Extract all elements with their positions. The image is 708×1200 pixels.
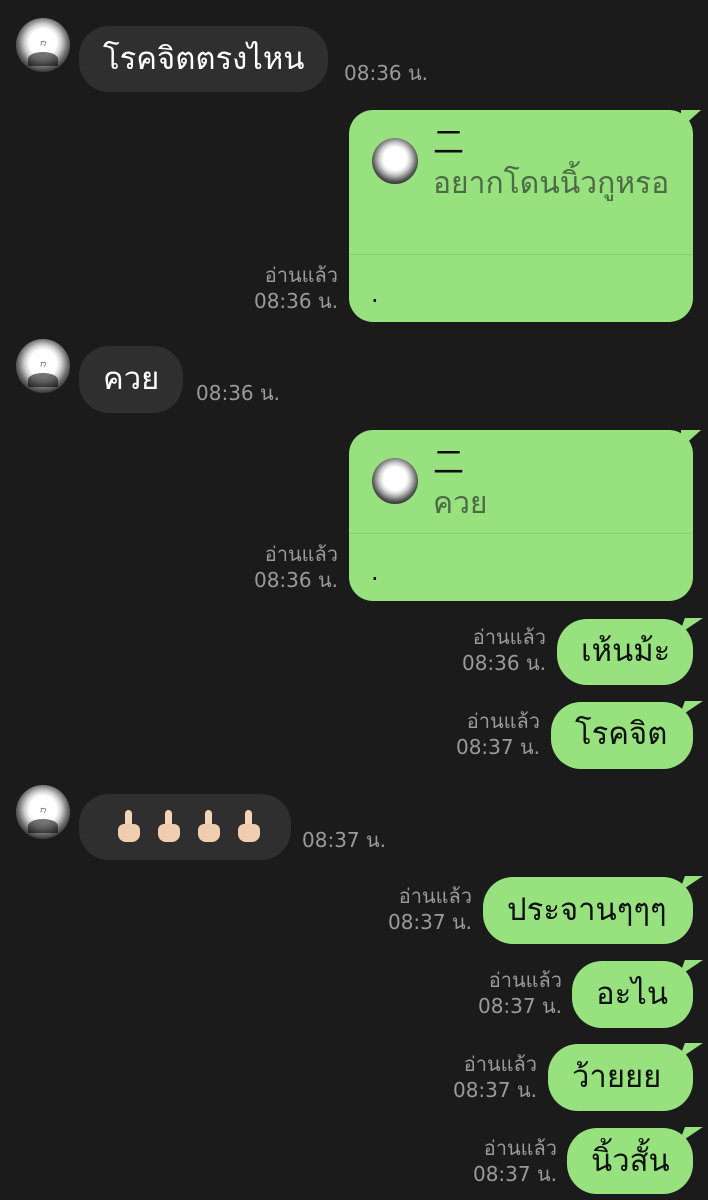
read-receipt: อ่านแล้ว 08:37 น. <box>421 1051 537 1103</box>
message-time: 08:37 น. <box>302 828 387 852</box>
message-time: 08:36 น. <box>196 381 281 405</box>
read-receipt: อ่านแล้ว 08:37 น. <box>356 883 472 935</box>
reply-divider <box>349 533 693 534</box>
read-receipt: อ่านแล้ว 08:37 น. <box>446 967 562 1019</box>
message-text: ว้ายยย <box>572 1059 662 1095</box>
message-text: ประจานๆๆๆ <box>507 892 667 928</box>
quoted-message-text: อยากโดนนิ้วกูหรอ <box>433 166 670 201</box>
outgoing-message-bubble[interactable]: ประจานๆๆๆ <box>483 877 693 944</box>
message-time: 08:37 น. <box>472 1162 557 1186</box>
message-time: 08:36 น. <box>461 651 546 675</box>
read-label: อ่านแล้ว <box>488 968 562 992</box>
outgoing-message-bubble[interactable]: เห้นม้ะ <box>557 619 693 685</box>
read-label: อ่านแล้ว <box>463 1052 537 1076</box>
incoming-emoji-bubble[interactable]: 🖕🖕🖕🖕 <box>79 794 291 860</box>
reply-body-text: . <box>371 558 379 586</box>
sender-avatar[interactable]: ꩀ <box>16 18 70 72</box>
reply-divider <box>349 254 693 255</box>
quoted-avatar <box>372 458 418 504</box>
sender-avatar[interactable]: ꩀ <box>16 785 70 839</box>
message-time: 08:37 น. <box>455 735 540 759</box>
message-time: 08:36 น. <box>253 568 338 592</box>
outgoing-message-bubble[interactable]: โรคจิต <box>551 702 693 769</box>
message-time: 08:37 น. <box>477 994 562 1018</box>
read-label: อ่านแล้ว <box>466 709 540 733</box>
reply-message-card[interactable]: 二 ควย . <box>349 430 701 601</box>
read-receipt: อ่านแล้ว 08:36 น. <box>430 624 546 676</box>
read-label: อ่านแล้ว <box>264 542 338 566</box>
read-label: อ่านแล้ว <box>398 884 472 908</box>
read-receipt: อ่านแล้ว 08:36 น. <box>220 262 338 314</box>
message-time: 08:36 น. <box>253 289 338 313</box>
read-label: อ่านแล้ว <box>483 1136 557 1160</box>
outgoing-message-bubble[interactable]: ว้ายยย <box>548 1044 693 1111</box>
read-label: อ่านแล้ว <box>264 263 338 287</box>
message-text: โรคจิตตรงไหน <box>103 41 305 77</box>
quoted-sender-name: 二 <box>433 445 464 481</box>
outgoing-message-bubble[interactable]: อะไน <box>572 961 693 1028</box>
message-text: อะไน <box>596 976 669 1012</box>
read-receipt: อ่านแล้ว 08:37 น. <box>441 1135 557 1187</box>
middle-finger-emoji-icon <box>156 810 182 844</box>
message-text: โรคจิต <box>575 716 668 752</box>
message-text: ควย <box>103 361 160 397</box>
read-label: อ่านแล้ว <box>472 625 546 649</box>
read-receipt: อ่านแล้ว 08:36 น. <box>220 541 338 593</box>
sender-avatar[interactable]: ꩀ <box>16 339 70 393</box>
message-time: 08:36 น. <box>344 61 429 85</box>
incoming-message-bubble[interactable]: ควย <box>79 346 184 413</box>
incoming-message-bubble[interactable]: โรคจิตตรงไหน <box>79 26 329 92</box>
quoted-message-text: ควย <box>433 486 488 521</box>
message-time: 08:37 น. <box>387 910 472 934</box>
middle-finger-emoji-icon <box>236 810 262 844</box>
read-receipt: อ่านแล้ว 08:37 น. <box>424 708 540 760</box>
reply-message-card[interactable]: 二 อยากโดนนิ้วกูหรอ . <box>349 110 701 322</box>
message-time: 08:37 น. <box>452 1078 537 1102</box>
middle-finger-emoji-icon <box>196 810 222 844</box>
reply-body-text: . <box>371 280 379 308</box>
quoted-avatar <box>372 138 418 184</box>
quoted-sender-name: 二 <box>433 125 464 161</box>
message-text: เห้นม้ะ <box>581 633 671 669</box>
chat-screen: ꩀ โรคจิตตรงไหน 08:36 น. อ่านแล้ว 08:36 น… <box>0 0 708 1200</box>
middle-finger-emoji-icon <box>116 810 142 844</box>
message-text: นิ้วสั้น <box>591 1143 670 1179</box>
outgoing-message-bubble[interactable]: นิ้วสั้น <box>567 1128 693 1194</box>
